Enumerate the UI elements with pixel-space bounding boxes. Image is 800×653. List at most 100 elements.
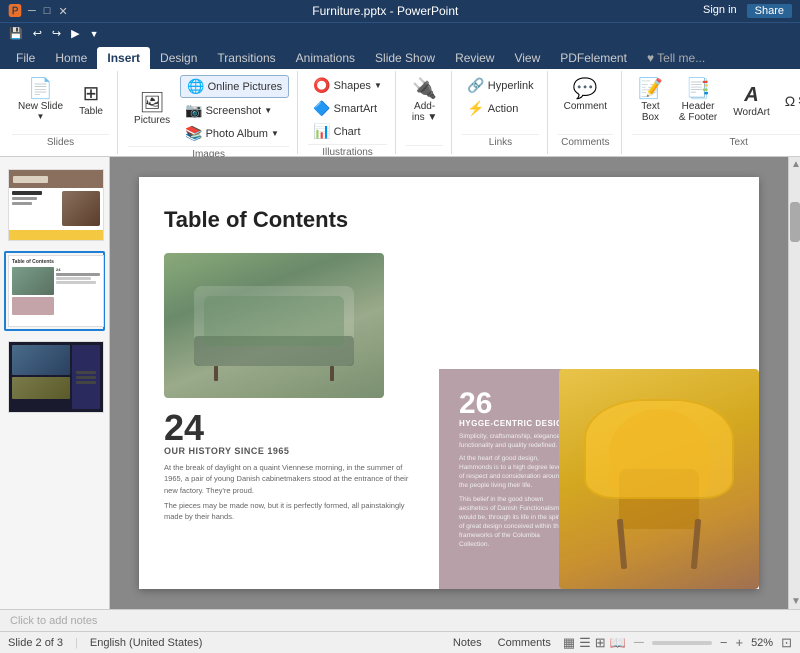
slide-thumb-1[interactable]: 1 [4,165,105,245]
presentation-btn[interactable]: ▶ [68,26,82,41]
textbox-label: Text [641,101,659,112]
new-slide-button[interactable]: 📄 New Slide ▼ [12,75,69,125]
minimize-btn[interactable]: ─ [28,5,36,18]
photo-album-button[interactable]: 📚 Photo Album ▼ [180,123,289,144]
fit-slide-btn[interactable]: ⊡ [781,635,792,651]
slide-right-section: 26 HYGGE-CENTRIC DESIGN VALUES Simplicit… [439,177,759,589]
chart-icon: 📊 [313,123,330,140]
share-button[interactable]: Share [747,4,792,18]
tab-home[interactable]: Home [45,47,97,69]
customize-qa-btn[interactable]: ▼ [87,28,102,40]
comments-btn[interactable]: Comments [494,637,555,649]
smartart-icon: 🔷 [313,100,330,117]
tab-tellme[interactable]: ♥ Tell me... [637,47,715,69]
slide-thumb-3[interactable]: 3 [4,337,105,417]
language-indicator: English (United States) [90,637,203,649]
images-top-row: 🖼 Pictures 🌐 Online Pictures 📷 Screensho… [128,75,289,144]
maximize-btn[interactable]: □ [44,5,51,18]
zoom-out-btn[interactable]: − [720,635,728,650]
slide-text-1: At the break of daylight on a quaint Vie… [164,462,414,496]
ribbon-group-links: 🔗 Hyperlink ⚡ Action Links [454,71,547,154]
scroll-up-btn[interactable]: ▲ [789,157,800,172]
shapes-arrow: ▼ [374,81,382,90]
slide-thumb-2[interactable]: 2 Table of Contents 24 [4,251,105,331]
slides-row: 📄 New Slide ▼ ⊞ Table [12,75,109,125]
chart-button[interactable]: 📊 Chart [308,121,387,142]
text-row: 📝 Text Box 📑 Header & Footer A WordArt Ω… [632,75,800,127]
pictures-icon: 🖼 [139,93,164,113]
sign-in-link[interactable]: Sign in [703,4,737,18]
hyperlink-label: Hyperlink [488,80,534,92]
app-logo: 🅿 [8,1,22,21]
slide-text-2a: The pieces may be made now, but it is pe… [164,500,414,523]
tab-design[interactable]: Design [150,47,207,69]
close-btn[interactable]: ✕ [58,5,67,18]
screenshot-label: Screenshot [206,105,262,117]
header-footer-label2: & Footer [679,112,717,123]
symbols-button[interactable]: Ω Symbols [780,91,800,111]
tab-view[interactable]: View [504,47,550,69]
symbols-icon: Ω [785,93,795,109]
tab-pdfelement[interactable]: PDFelement [550,47,637,69]
zoom-in-btn[interactable]: + [735,635,743,650]
slide-preview-3 [8,341,104,413]
tab-transitions[interactable]: Transitions [207,47,285,69]
table-button[interactable]: ⊞ Table [73,80,109,121]
illustrations-row: ⭕ Shapes ▼ 🔷 SmartArt 📊 Chart [308,75,387,142]
addins-button[interactable]: 🔌 Add- ins ▼ [406,75,443,127]
slide-sorter-btn[interactable]: ⊞ [595,635,606,651]
normal-view-btn[interactable]: ▦ [563,635,575,651]
title-bar-left: 🅿 ─ □ ✕ [8,1,68,21]
vertical-scrollbar[interactable]: ▲ ▼ [788,157,800,609]
scrollbar-thumb[interactable] [790,202,800,242]
online-pictures-label: Online Pictures [208,81,283,93]
scroll-down-btn[interactable]: ▼ [789,594,800,609]
tab-insert[interactable]: Insert [97,47,150,69]
outline-view-btn[interactable]: ☰ [579,635,591,651]
slide-text-section2b: At the heart of good design, Hammonds is… [459,454,569,490]
reading-view-btn[interactable]: 📖 [610,635,626,651]
action-button[interactable]: ⚡ Action [462,98,538,119]
undo-btn[interactable]: ↩ [30,26,45,41]
status-left: Slide 2 of 3 | English (United States) [8,637,202,649]
pictures-button[interactable]: 🖼 Pictures [128,89,176,130]
ribbon-group-illustrations: ⭕ Shapes ▼ 🔷 SmartArt 📊 Chart Illustrati… [300,71,396,154]
shapes-button[interactable]: ⭕ Shapes ▼ [308,75,387,96]
slide-left-section: Table of Contents 24 [139,177,439,589]
new-slide-icon: 📄 [28,79,53,99]
online-pictures-button[interactable]: 🌐 Online Pictures [180,75,289,98]
save-btn[interactable]: 💾 [6,26,26,41]
addins-label: Add- [414,101,435,112]
tab-slideshow[interactable]: Slide Show [365,47,445,69]
comment-icon: 💬 [573,79,598,99]
ribbon: 📄 New Slide ▼ ⊞ Table Slides 🖼 Pictures … [0,69,800,157]
text-group-label: Text [632,134,800,150]
main-area: 1 2 Table of Contents [0,157,800,609]
comment-button[interactable]: 💬 Comment [558,75,613,116]
screenshot-arrow: ▼ [264,106,272,115]
separator: — [634,637,644,648]
tab-file[interactable]: File [6,47,45,69]
redo-btn[interactable]: ↪ [49,26,64,41]
textbox-button[interactable]: 📝 Text Box [632,75,669,127]
slide-panel: 1 2 Table of Contents [0,157,110,609]
addins-group-label [406,145,443,150]
comment-label: Comment [564,101,607,112]
textbox-label2: Box [642,112,659,123]
ribbon-group-comments: 💬 Comment Comments [550,71,622,154]
zoom-slider[interactable] [652,641,712,645]
notes-btn[interactable]: Notes [449,637,486,649]
header-footer-button[interactable]: 📑 Header & Footer [673,75,723,127]
notes-bar[interactable]: Click to add notes [0,609,800,631]
screenshot-button[interactable]: 📷 Screenshot ▼ [180,100,289,121]
shapes-label: Shapes [334,80,371,92]
tab-animations[interactable]: Animations [286,47,365,69]
smartart-button[interactable]: 🔷 SmartArt [308,98,387,119]
chair-image [559,369,759,589]
tab-review[interactable]: Review [445,47,504,69]
hyperlink-button[interactable]: 🔗 Hyperlink [462,75,538,96]
wordart-button[interactable]: A WordArt [727,81,776,122]
photo-album-label: Photo Album [206,128,268,140]
ribbon-group-text: 📝 Text Box 📑 Header & Footer A WordArt Ω… [624,71,800,154]
textbox-icon: 📝 [638,79,663,99]
